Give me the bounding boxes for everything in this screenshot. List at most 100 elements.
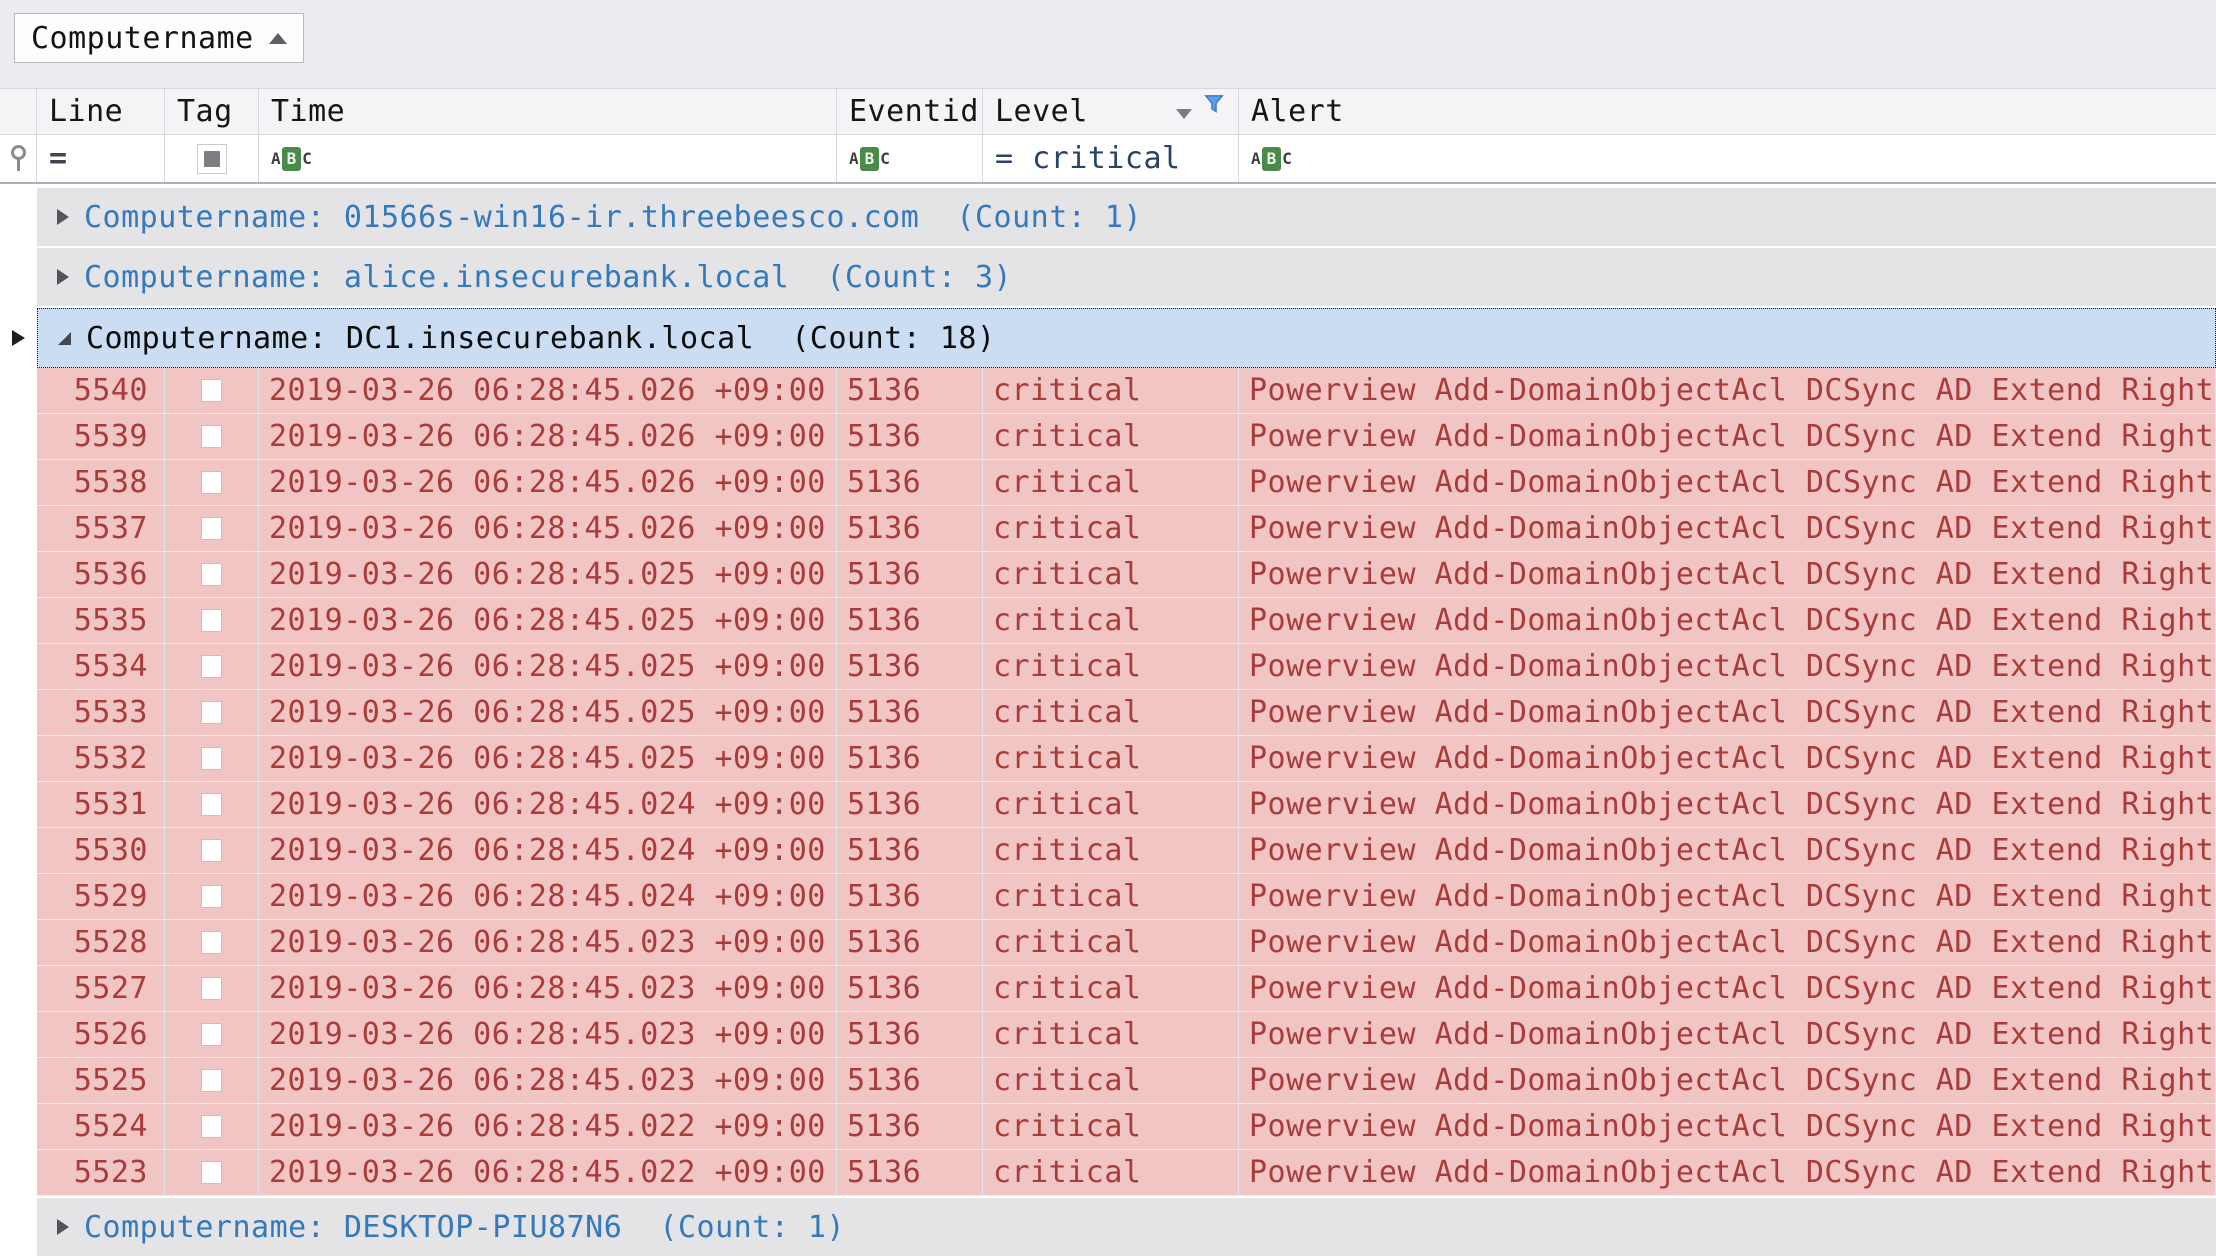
table-row[interactable]: 5529 2019-03-26 06:28:45.024 +09:00 5136… [0, 874, 2216, 920]
tag-checkbox[interactable] [201, 885, 222, 908]
tag-checkbox[interactable] [201, 655, 222, 678]
group-row[interactable]: Computername: DESKTOP-PIU87N6 (Count: 1) [0, 1198, 2216, 1256]
cell-level[interactable]: critical [983, 1058, 1239, 1104]
filter-cell-time[interactable]: ABC [259, 135, 837, 182]
cell-line[interactable]: 5538 [37, 460, 165, 506]
group-expander-icon[interactable] [57, 269, 69, 285]
filter-cell-tag[interactable] [165, 135, 259, 182]
cell-tag[interactable] [165, 506, 259, 552]
cell-alert[interactable]: Powerview Add-DomainObjectAcl DCSync AD … [1239, 1104, 2216, 1150]
cell-eventid[interactable]: 5136 [837, 1058, 983, 1104]
cell-tag[interactable] [165, 966, 259, 1012]
column-header-eventid[interactable]: Eventid [837, 89, 983, 134]
cell-eventid[interactable]: 5136 [837, 1150, 983, 1196]
cell-line[interactable]: 5524 [37, 1104, 165, 1150]
cell-level[interactable]: critical [983, 1104, 1239, 1150]
cell-level[interactable]: critical [983, 1150, 1239, 1196]
cell-level[interactable]: critical [983, 506, 1239, 552]
cell-line[interactable]: 5529 [37, 874, 165, 920]
tag-checkbox[interactable] [201, 517, 222, 540]
cell-time[interactable]: 2019-03-26 06:28:45.023 +09:00 [259, 1058, 837, 1104]
cell-line[interactable]: 5533 [37, 690, 165, 736]
tag-checkbox[interactable] [201, 701, 222, 724]
cell-level[interactable]: critical [983, 920, 1239, 966]
column-header-time[interactable]: Time [259, 89, 837, 134]
cell-eventid[interactable]: 5136 [837, 1104, 983, 1150]
cell-alert[interactable]: Powerview Add-DomainObjectAcl DCSync AD … [1239, 414, 2216, 460]
table-row[interactable]: 5523 2019-03-26 06:28:45.022 +09:00 5136… [0, 1150, 2216, 1196]
cell-eventid[interactable]: 5136 [837, 414, 983, 460]
tag-checkbox[interactable] [201, 793, 222, 816]
cell-level[interactable]: critical [983, 966, 1239, 1012]
table-row[interactable]: 5535 2019-03-26 06:28:45.025 +09:00 5136… [0, 598, 2216, 644]
tag-checkbox[interactable] [201, 977, 222, 1000]
cell-time[interactable]: 2019-03-26 06:28:45.025 +09:00 [259, 690, 837, 736]
table-row[interactable]: 5527 2019-03-26 06:28:45.023 +09:00 5136… [0, 966, 2216, 1012]
table-row[interactable]: 5534 2019-03-26 06:28:45.025 +09:00 5136… [0, 644, 2216, 690]
cell-time[interactable]: 2019-03-26 06:28:45.023 +09:00 [259, 1012, 837, 1058]
cell-alert[interactable]: Powerview Add-DomainObjectAcl DCSync AD … [1239, 1150, 2216, 1196]
cell-time[interactable]: 2019-03-26 06:28:45.026 +09:00 [259, 506, 837, 552]
level-active-filter-funnel-icon[interactable] [1203, 93, 1225, 115]
cell-time[interactable]: 2019-03-26 06:28:45.026 +09:00 [259, 460, 837, 506]
table-row[interactable]: 5538 2019-03-26 06:28:45.026 +09:00 5136… [0, 460, 2216, 506]
cell-level[interactable]: critical [983, 690, 1239, 736]
cell-tag[interactable] [165, 920, 259, 966]
cell-alert[interactable]: Powerview Add-DomainObjectAcl DCSync AD … [1239, 460, 2216, 506]
cell-time[interactable]: 2019-03-26 06:28:45.026 +09:00 [259, 368, 837, 414]
cell-alert[interactable]: Powerview Add-DomainObjectAcl DCSync AD … [1239, 874, 2216, 920]
cell-level[interactable]: critical [983, 644, 1239, 690]
cell-eventid[interactable]: 5136 [837, 736, 983, 782]
cell-line[interactable]: 5527 [37, 966, 165, 1012]
cell-level[interactable]: critical [983, 460, 1239, 506]
cell-alert[interactable]: Powerview Add-DomainObjectAcl DCSync AD … [1239, 736, 2216, 782]
table-row[interactable]: 5532 2019-03-26 06:28:45.025 +09:00 5136… [0, 736, 2216, 782]
cell-tag[interactable] [165, 644, 259, 690]
tag-checkbox[interactable] [201, 563, 222, 586]
tag-checkbox[interactable] [201, 379, 222, 402]
cell-tag[interactable] [165, 598, 259, 644]
group-row-content[interactable]: Computername: 01566s-win16-ir.threebeesc… [37, 188, 2216, 246]
group-expander-icon[interactable] [58, 332, 71, 345]
cell-line[interactable]: 5540 [37, 368, 165, 414]
cell-alert[interactable]: Powerview Add-DomainObjectAcl DCSync AD … [1239, 966, 2216, 1012]
cell-time[interactable]: 2019-03-26 06:28:45.025 +09:00 [259, 552, 837, 598]
table-row[interactable]: 5539 2019-03-26 06:28:45.026 +09:00 5136… [0, 414, 2216, 460]
cell-alert[interactable]: Powerview Add-DomainObjectAcl DCSync AD … [1239, 506, 2216, 552]
table-row[interactable]: 5533 2019-03-26 06:28:45.025 +09:00 5136… [0, 690, 2216, 736]
cell-tag[interactable] [165, 1012, 259, 1058]
cell-alert[interactable]: Powerview Add-DomainObjectAcl DCSync AD … [1239, 920, 2216, 966]
cell-eventid[interactable]: 5136 [837, 644, 983, 690]
cell-eventid[interactable]: 5136 [837, 828, 983, 874]
cell-tag[interactable] [165, 552, 259, 598]
cell-tag[interactable] [165, 874, 259, 920]
cell-eventid[interactable]: 5136 [837, 782, 983, 828]
filter-cell-eventid[interactable]: ABC [837, 135, 983, 182]
table-row[interactable]: 5540 2019-03-26 06:28:45.026 +09:00 5136… [0, 368, 2216, 414]
cell-line[interactable]: 5525 [37, 1058, 165, 1104]
cell-tag[interactable] [165, 736, 259, 782]
cell-eventid[interactable]: 5136 [837, 552, 983, 598]
cell-time[interactable]: 2019-03-26 06:28:45.024 +09:00 [259, 828, 837, 874]
filter-cell-line[interactable]: = [37, 135, 165, 182]
column-header-tag[interactable]: Tag [165, 89, 259, 134]
cell-line[interactable]: 5532 [37, 736, 165, 782]
cell-time[interactable]: 2019-03-26 06:28:45.026 +09:00 [259, 414, 837, 460]
group-row[interactable]: Computername: 01566s-win16-ir.threebeesc… [0, 188, 2216, 246]
column-header-alert[interactable]: Alert [1239, 89, 2216, 134]
group-row-content[interactable]: Computername: DC1.insecurebank.local (Co… [37, 308, 2216, 368]
tag-checkbox[interactable] [201, 1115, 222, 1138]
cell-level[interactable]: critical [983, 414, 1239, 460]
cell-line[interactable]: 5530 [37, 828, 165, 874]
group-row[interactable]: Computername: DC1.insecurebank.local (Co… [0, 308, 2216, 368]
tag-checkbox[interactable] [201, 747, 222, 770]
cell-line[interactable]: 5534 [37, 644, 165, 690]
cell-alert[interactable]: Powerview Add-DomainObjectAcl DCSync AD … [1239, 552, 2216, 598]
group-expander-icon[interactable] [57, 1219, 69, 1235]
cell-line[interactable]: 5531 [37, 782, 165, 828]
group-row[interactable]: Computername: alice.insecurebank.local (… [0, 248, 2216, 306]
cell-level[interactable]: critical [983, 828, 1239, 874]
cell-line[interactable]: 5536 [37, 552, 165, 598]
table-row[interactable]: 5526 2019-03-26 06:28:45.023 +09:00 5136… [0, 1012, 2216, 1058]
tag-checkbox[interactable] [201, 1069, 222, 1092]
